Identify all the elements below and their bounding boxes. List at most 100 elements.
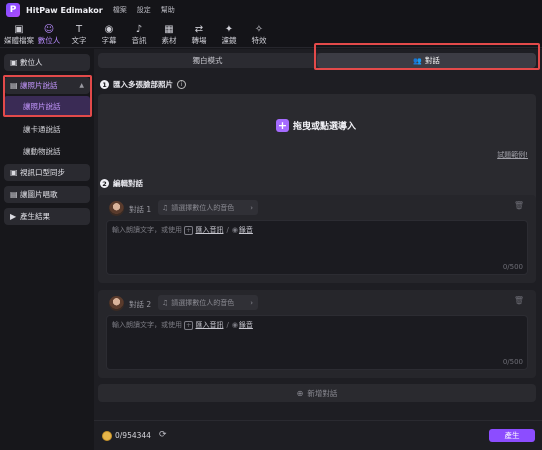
trash-icon[interactable]: 🗑 [514,296,524,305]
app-logo-icon: P [6,3,20,17]
info-icon[interactable]: i [177,80,186,89]
coin-icon [102,431,112,441]
effects-icon: ✧ [254,24,264,35]
tool-digital-human[interactable]: ☺ 數位人 [34,21,64,47]
step-number: 1 [100,80,109,89]
avatar[interactable] [109,296,124,311]
chevron-right-icon: › [250,203,253,212]
voice-select[interactable]: ♫ 請選擇數位人的音色 › [158,200,258,215]
tool-label: 濾鏡 [221,36,237,45]
menu-help[interactable]: 幫助 [161,5,175,15]
dialog-name: 對話 2 [129,300,152,309]
record-link[interactable]: 錄音 [239,225,253,235]
sidebar-item-digital-human[interactable]: ▣ 數位人 [4,54,90,71]
voice-placeholder: 請選擇數位人的音色 [171,298,235,307]
add-dialog-label: 新增對話 [307,388,338,398]
tool-label: 轉場 [191,36,207,45]
record-icon: ◉ [231,226,238,234]
step1-heading: 1 匯入多張臉部照片 i [100,79,186,90]
record-icon: ◉ [231,321,238,329]
refresh-icon[interactable]: ⟳ [159,430,167,440]
tool-text[interactable]: T 文字 [64,21,94,47]
digital-human-icon: ☺ [43,24,55,35]
dialog-card-2: 對話 2 ♫ 請選擇數位人的音色 › 🗑 輸入朗讀文字，或使用 + 匯入音訊 /… [98,290,536,378]
dropzone-prompt[interactable]: + 拖曳或點選導入 [276,119,356,132]
char-counter: 0/500 [502,263,523,271]
highlight-box [3,75,92,117]
photo-dropzone[interactable] [98,94,536,210]
textarea-hint: 輸入朗讀文字，或使用 + 匯入音訊 / ◉ 錄音 [112,225,253,235]
trash-icon[interactable]: 🗑 [514,201,524,210]
bottom-bar: 0/954344 ⟳ 產生 [94,420,542,450]
voice-placeholder: 請選擇數位人的音色 [171,203,235,212]
text-icon: T [75,24,83,35]
sidebar: ▣ 數位人 ▤ 讓照片說話 ▲ 讓照片說話 讓卡通說話 讓動物說話 ▣ 視訊口型… [0,49,94,450]
tool-audio[interactable]: ♪ 音訊 [124,21,154,47]
try-example-link[interactable]: 試題範例! [497,150,528,160]
voice-icon: ♫ [162,298,169,307]
tool-label: 音訊 [131,36,147,45]
script-textarea[interactable]: 輸入朗讀文字，或使用 + 匯入音訊 / ◉ 錄音 0/500 [106,220,528,275]
chevron-right-icon: › [250,298,253,307]
main-panel: 獨白模式 👥 對話 1 匯入多張臉部照片 i + 拖曳或點選導入 試題範例! 2… [94,43,542,450]
plus-icon: + [276,119,289,132]
video-icon: ▣ [10,168,18,177]
menu-settings[interactable]: 設定 [137,5,151,15]
tab-monologue[interactable]: 獨白模式 [98,53,317,68]
voice-icon: ♫ [162,203,169,212]
add-dialog-button[interactable]: ⊕ 新增對話 [98,384,536,402]
dialog-card-1: 對話 1 ♫ 請選擇數位人的音色 › 🗑 輸入朗讀文字，或使用 + 匯入音訊 /… [98,195,536,283]
tool-label: 字幕 [101,36,117,45]
filter-icon: ✦ [224,24,234,35]
hint-text: 輸入朗讀文字，或使用 [112,226,182,234]
sidebar-subitem-animal-talk[interactable]: 讓動物說話 [4,141,90,162]
audio-icon: ♪ [135,24,143,35]
sidebar-item-lip-sync[interactable]: ▣ 視訊口型同步 [4,164,90,181]
import-audio-icon: + [184,320,194,330]
char-counter: 0/500 [502,358,523,366]
import-audio-link[interactable]: 匯入音訊 [195,225,223,235]
app-title: HitPaw Edimakor [26,5,103,15]
play-icon: ▶ [10,212,17,221]
hint-text: 輸入朗讀文字，或使用 [112,321,182,329]
tool-filter[interactable]: ✦ 濾鏡 [214,21,244,47]
separator: / [226,226,229,234]
avatar[interactable] [109,201,124,216]
textarea-hint: 輸入朗讀文字，或使用 + 匯入音訊 / ◉ 錄音 [112,320,253,330]
record-link[interactable]: 錄音 [239,320,253,330]
sidebar-item-label: 視訊口型同步 [20,168,65,177]
sidebar-subitem-cartoon-talk[interactable]: 讓卡通說話 [4,119,90,140]
person-icon: ▣ [10,58,18,67]
step-number: 2 [100,179,109,188]
image-icon: ▤ [10,190,18,199]
tool-media[interactable]: ▣ 媒體檔案 [4,21,34,47]
step1-title: 匯入多張臉部照片 [113,80,173,89]
transition-icon: ⇄ [194,24,204,35]
sidebar-item-label: 產生結果 [20,212,50,221]
step2-title: 編輯對話 [113,179,143,188]
sidebar-item-image-sing[interactable]: ▤ 讓圖片唱歌 [4,186,90,203]
add-dialog-icon: ⊕ [296,388,304,398]
tool-label: 文字 [71,36,87,45]
tool-asset[interactable]: ▦ 素材 [154,21,184,47]
generate-button[interactable]: 產生 [489,429,535,442]
sidebar-item-results[interactable]: ▶ 產生結果 [4,208,90,225]
import-audio-link[interactable]: 匯入音訊 [195,320,223,330]
tool-label: 素材 [161,36,177,45]
import-audio-icon: + [184,225,194,235]
title-bar: P HitPaw Edimakor 檔案 設定 幫助 [0,0,542,20]
voice-select[interactable]: ♫ 請選擇數位人的音色 › [158,295,258,310]
dialog-name: 對話 1 [129,205,152,214]
separator: / [226,321,229,329]
dropzone-label: 拖曳或點選導入 [293,122,357,132]
script-textarea[interactable]: 輸入朗讀文字，或使用 + 匯入音訊 / ◉ 錄音 0/500 [106,315,528,370]
tool-subtitle[interactable]: ◉ 字幕 [94,21,124,47]
tool-label: 數位人 [37,36,61,45]
tool-label: 媒體檔案 [4,36,34,45]
step2-heading: 2 編輯對話 [100,178,143,189]
tool-label: 特效 [251,36,267,45]
menu-file[interactable]: 檔案 [113,5,127,15]
tool-effects[interactable]: ✧ 特效 [244,21,274,47]
credits-count: 0/954344 [115,431,151,440]
tool-transition[interactable]: ⇄ 轉場 [184,21,214,47]
